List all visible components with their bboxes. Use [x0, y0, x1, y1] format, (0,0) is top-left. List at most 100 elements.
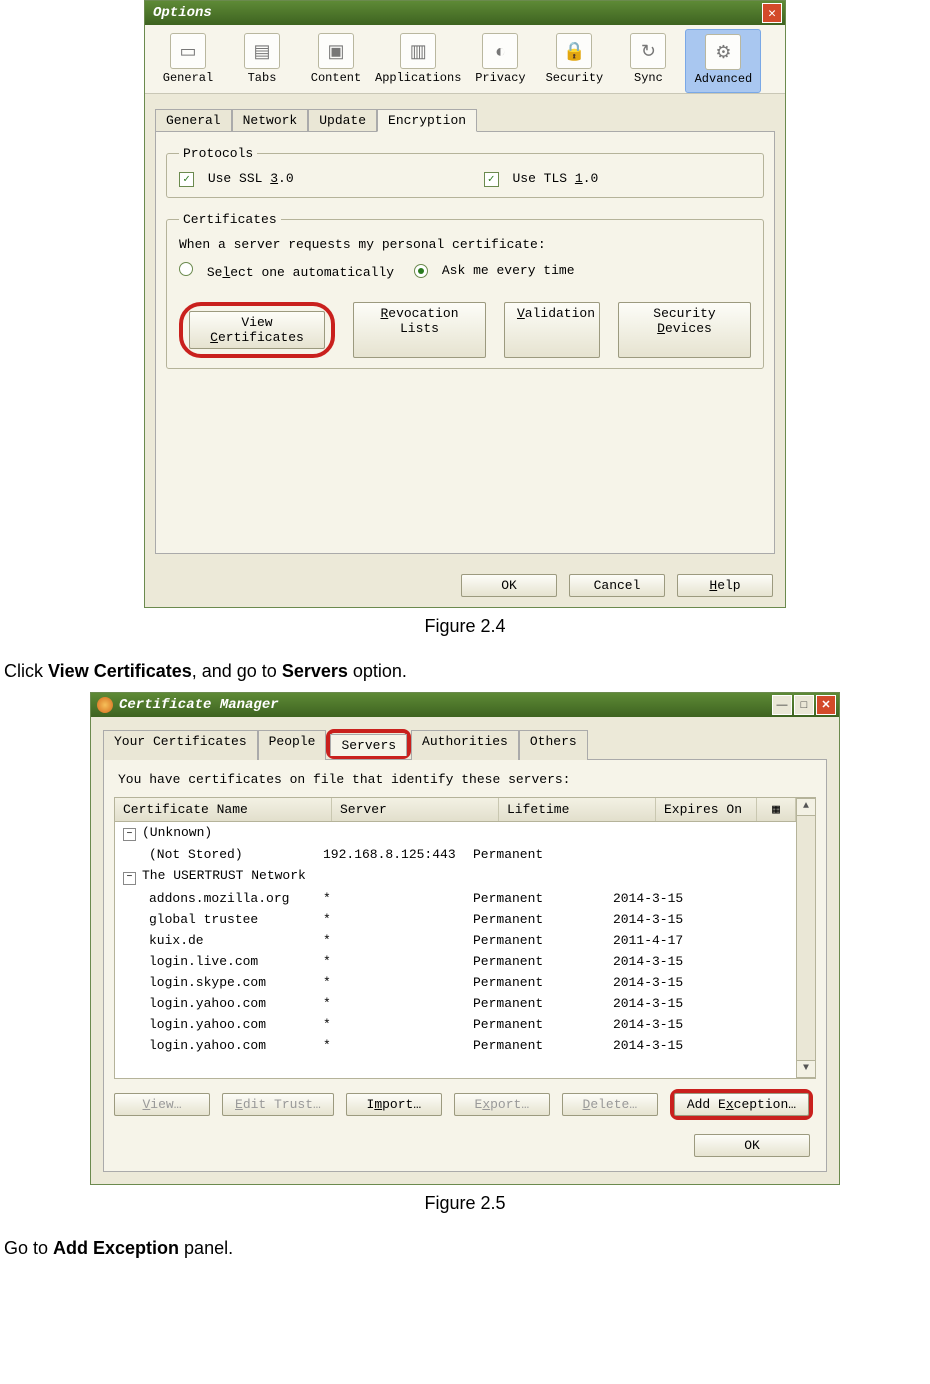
maximize-icon[interactable]: □ [794, 695, 814, 715]
table-row[interactable]: login.live.com*Permanent2014-3-15 [115, 951, 796, 972]
options-window: Options ✕ ▭ General ▤ Tabs ▣ Content ▥ Applicat… [144, 0, 786, 608]
cert-manager-titlebar[interactable]: Certificate Manager — □ ✕ [91, 693, 839, 717]
scroll-up-icon[interactable]: ▲ [796, 798, 816, 816]
cert-manager-window: Certificate Manager — □ ✕ Your Certifica… [90, 692, 840, 1185]
toolbar-icon: ⚙ [705, 34, 741, 70]
tab-authorities[interactable]: Authorities [411, 730, 519, 760]
col-cert-name[interactable]: Certificate Name [115, 798, 332, 821]
toolbar-item-general[interactable]: ▭ General [151, 29, 225, 93]
close-icon[interactable]: ✕ [762, 3, 782, 23]
radio-ask-every-time[interactable]: Ask me every time [414, 263, 574, 278]
table-row[interactable]: login.yahoo.com*Permanent2014-3-15 [115, 993, 796, 1014]
highlight-ellipse: View Certificates [179, 302, 335, 358]
import-button[interactable]: Import… [346, 1093, 442, 1116]
subtab-network[interactable]: Network [232, 109, 309, 132]
toolbar-label: Advanced [688, 72, 758, 86]
toolbar-item-security[interactable]: 🔒Security [537, 29, 611, 93]
table-row[interactable]: login.skype.com*Permanent2014-3-15 [115, 972, 796, 993]
toolbar-label: Applications [375, 71, 461, 85]
encryption-pane: Protocols ✓ Use SSL 3.0 ✓ Use TLS 1.0 Ce… [155, 131, 775, 554]
use-tls-checkbox[interactable]: ✓ Use TLS 1.0 [484, 171, 599, 187]
checkbox-icon: ✓ [179, 172, 194, 187]
security-devices-button[interactable]: Security Devices [618, 302, 751, 358]
highlight-box: Add Exception… [670, 1089, 813, 1120]
table-row[interactable]: (Not Stored)192.168.8.125:443Permanent [115, 844, 796, 865]
firefox-icon [97, 697, 113, 713]
toolbar-item-content[interactable]: ▣ Content [299, 29, 373, 93]
figure-caption-2: Figure 2.5 [0, 1193, 930, 1214]
view-button[interactable]: View… [114, 1093, 210, 1116]
toolbar-item-applications[interactable]: ▥ Applications [373, 29, 463, 93]
cert-prompt: When a server requests my personal certi… [179, 237, 751, 252]
toolbar-icon: ▣ [318, 33, 354, 69]
scrollbar[interactable]: ▲ ▼ [796, 798, 815, 1078]
subtab-update[interactable]: Update [308, 109, 377, 132]
delete-button[interactable]: Delete… [562, 1093, 658, 1116]
help-button[interactable]: Help [677, 574, 773, 597]
table-header: Certificate Name Server Lifetime Expires… [115, 798, 796, 822]
checkbox-icon: ✓ [484, 172, 499, 187]
collapse-icon[interactable]: − [123, 872, 136, 885]
tab-people[interactable]: People [258, 730, 327, 760]
cert-table: Certificate Name Server Lifetime Expires… [114, 797, 816, 1079]
toolbar-label: General [153, 71, 223, 85]
tab-others[interactable]: Others [519, 730, 588, 760]
toolbar-item-sync[interactable]: ↻ Sync [611, 29, 685, 93]
table-row[interactable]: global trustee*Permanent2014-3-15 [115, 909, 796, 930]
toolbar-item-tabs[interactable]: ▤ Tabs [225, 29, 299, 93]
col-server[interactable]: Server [332, 798, 499, 821]
servers-pane: You have certificates on file that ident… [103, 759, 827, 1172]
cert-buttons: View… Edit Trust… Import… Export… Delete… [114, 1089, 816, 1120]
column-picker-icon[interactable]: ▦ [757, 798, 796, 821]
add-exception-button[interactable]: Add Exception… [674, 1093, 809, 1116]
toolbar-icon: ▥ [400, 33, 436, 69]
servers-description: You have certificates on file that ident… [118, 772, 816, 787]
toolbar-item-privacy[interactable]: ◐ Privacy [463, 29, 537, 93]
instruction-2: Go to Add Exception panel. [4, 1238, 930, 1259]
options-titlebar[interactable]: Options ✕ [145, 1, 785, 25]
radio-select-automatically[interactable]: Select one automatically [179, 262, 394, 280]
toolbar-icon: ◐ [482, 33, 518, 69]
toolbar-label: Sync [613, 71, 683, 85]
certificates-legend: Certificates [179, 212, 281, 227]
validation-button[interactable]: Validation [504, 302, 600, 358]
toolbar-icon: ▤ [244, 33, 280, 69]
options-title: Options [153, 5, 212, 21]
minimize-icon[interactable]: — [772, 695, 792, 715]
use-ssl-checkbox[interactable]: ✓ Use SSL 3.0 [179, 171, 294, 187]
table-row[interactable]: login.yahoo.com*Permanent2014-3-15 [115, 1035, 796, 1056]
revocation-lists-button[interactable]: Revocation Lists [353, 302, 486, 358]
figure-caption-1: Figure 2.4 [0, 616, 930, 637]
cancel-button[interactable]: Cancel [569, 574, 665, 597]
collapse-icon[interactable]: − [123, 828, 136, 841]
edit-trust-button[interactable]: Edit Trust… [222, 1093, 334, 1116]
table-row[interactable]: addons.mozilla.org*Permanent2014-3-15 [115, 888, 796, 909]
scroll-down-icon[interactable]: ▼ [796, 1060, 816, 1078]
tab-your-certificates[interactable]: Your Certificates [103, 730, 258, 760]
col-lifetime[interactable]: Lifetime [499, 798, 656, 821]
toolbar-icon: ↻ [630, 33, 666, 69]
toolbar-icon: 🔒 [556, 33, 592, 69]
close-icon[interactable]: ✕ [816, 695, 836, 715]
table-row[interactable]: login.yahoo.com*Permanent2014-3-15 [115, 1014, 796, 1035]
subtab-general[interactable]: General [155, 109, 232, 132]
col-expires[interactable]: Expires On [656, 798, 757, 821]
instruction-1: Click View Certificates, and go to Serve… [4, 661, 930, 682]
toolbar-label: Privacy [465, 71, 535, 85]
table-group[interactable]: −The USERTRUST Network [115, 865, 796, 888]
table-group[interactable]: −(Unknown) [115, 822, 796, 845]
ok-button[interactable]: OK [461, 574, 557, 597]
options-subtabs: GeneralNetworkUpdateEncryption [155, 108, 775, 131]
tab-servers[interactable]: Servers [330, 734, 407, 756]
table-row[interactable]: kuix.de*Permanent2011-4-17 [115, 930, 796, 951]
highlight-box: Servers [326, 729, 411, 759]
subtab-encryption[interactable]: Encryption [377, 109, 477, 132]
toolbar-label: Content [301, 71, 371, 85]
toolbar-item-advanced[interactable]: ⚙ Advanced [685, 29, 761, 93]
toolbar-icon: ▭ [170, 33, 206, 69]
certificates-fieldset: Certificates When a server requests my p… [166, 212, 764, 369]
view-certificates-button[interactable]: View Certificates [189, 311, 325, 349]
ok-button[interactable]: OK [694, 1134, 810, 1157]
export-button[interactable]: Export… [454, 1093, 550, 1116]
toolbar-label: Tabs [227, 71, 297, 85]
